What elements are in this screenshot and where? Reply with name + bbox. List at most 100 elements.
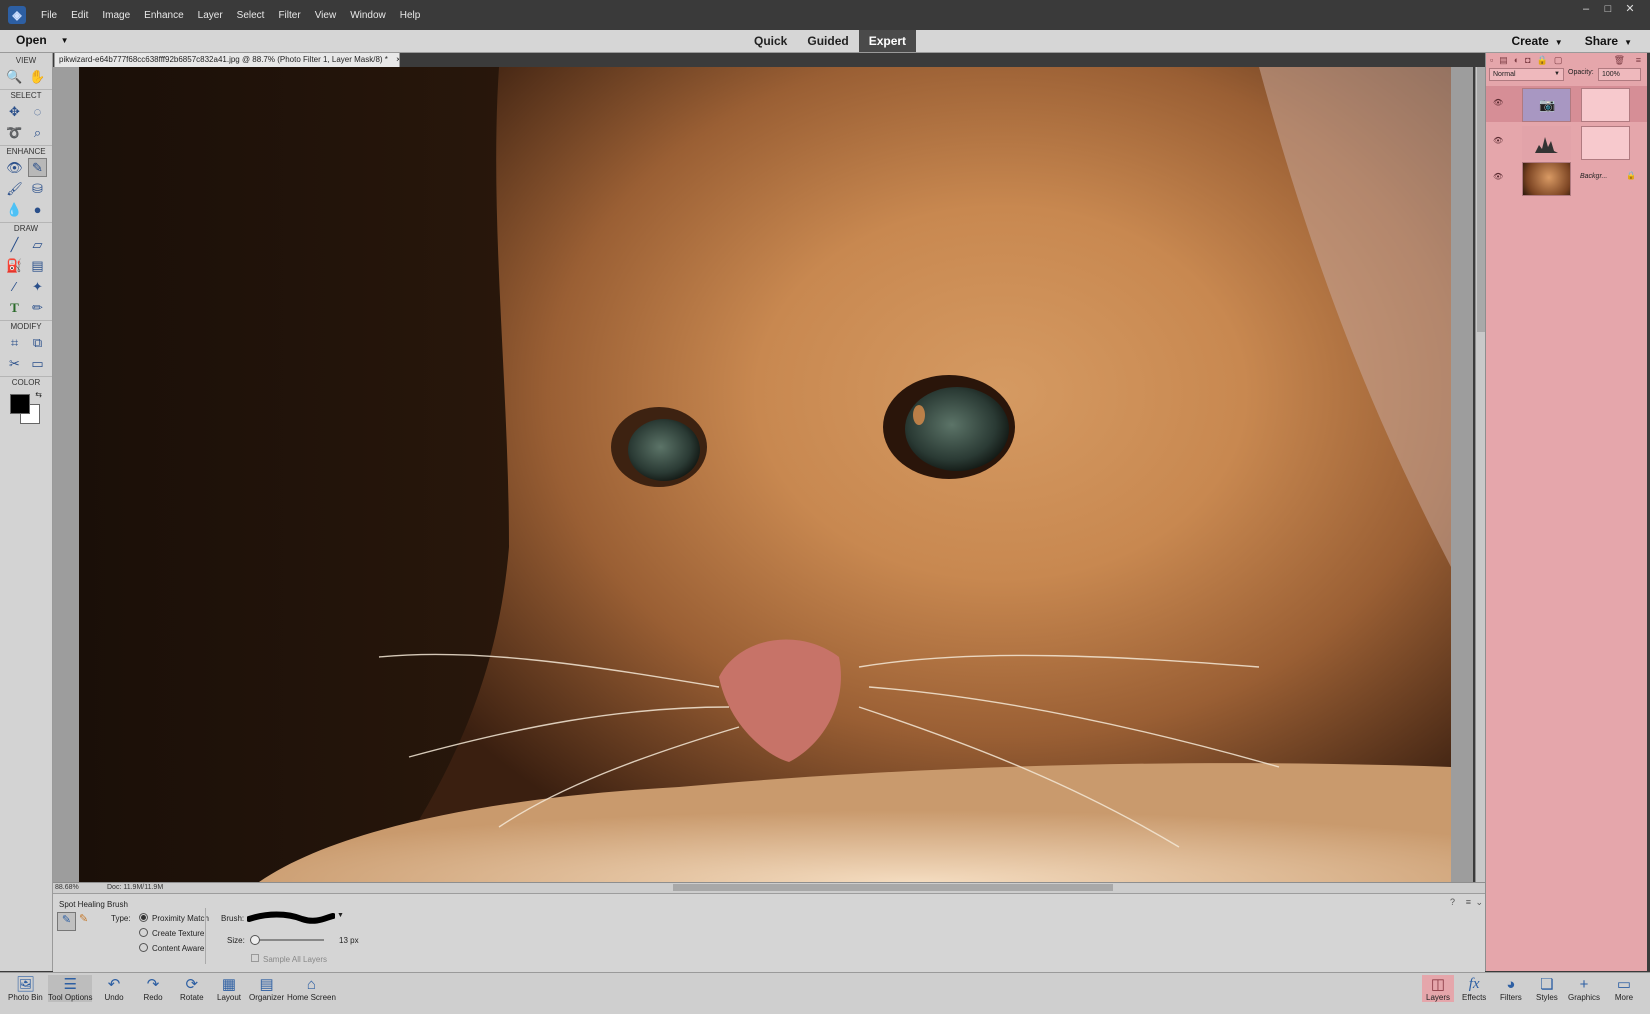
pencil-tool-icon[interactable]: ✏ — [28, 298, 47, 317]
type-option-content-aware[interactable]: Content Aware — [139, 943, 204, 953]
smart-brush-tool-icon[interactable]: 🖌 — [5, 179, 24, 198]
hand-tool-icon[interactable]: ✋ — [28, 67, 47, 86]
sample-all-layers-option[interactable]: Sample All Layers — [251, 954, 327, 964]
new-group-icon[interactable]: ▤ — [1499, 55, 1508, 66]
clone-stamp-tool-icon[interactable]: ⛁ — [28, 179, 47, 198]
vertical-scroll-thumb[interactable] — [1477, 67, 1485, 332]
blur-tool-icon[interactable]: 💧 — [5, 200, 24, 219]
paint-bucket-tool-icon[interactable]: ⛽ — [5, 256, 24, 275]
filters-button[interactable]: ◕ Filters — [1500, 975, 1522, 1003]
panel-menu-icon[interactable]: ≡ — [1466, 897, 1471, 907]
opacity-field[interactable]: 100% — [1598, 68, 1641, 81]
menu-edit[interactable]: Edit — [64, 10, 95, 21]
menu-filter[interactable]: Filter — [271, 10, 307, 21]
crop-tool-icon[interactable]: ⌗ — [5, 333, 24, 352]
home-screen-button[interactable]: ⌂ Home Screen — [287, 975, 336, 1003]
brush-preview-icon[interactable] — [247, 911, 335, 925]
adjustment-layer-icon[interactable]: ◐ — [1514, 55, 1519, 66]
photo-bin-button[interactable]: 🖼 Photo Bin — [8, 975, 43, 1002]
lasso-tool-icon[interactable]: ➰ — [5, 123, 24, 142]
graphics-button[interactable]: + Graphics — [1568, 975, 1600, 1003]
radio-texture-icon[interactable] — [139, 928, 148, 938]
minimize-button[interactable]: – — [1578, 3, 1594, 15]
close-document-icon[interactable]: × — [396, 55, 399, 64]
sample-all-layers-checkbox[interactable] — [251, 954, 259, 962]
recompose-tool-icon[interactable]: ⧉ — [28, 333, 47, 352]
tool-options-button[interactable]: ☰ Tool Options — [48, 975, 93, 1002]
spot-healing-brush-icon[interactable]: ✎ — [57, 912, 76, 931]
redo-button[interactable]: ↷ Redo — [143, 975, 163, 1002]
maximize-button[interactable]: □ — [1600, 3, 1616, 15]
type-option-proximity[interactable]: Proximity Match — [139, 913, 209, 923]
new-layer-icon[interactable]: ▫ — [1490, 55, 1493, 66]
brush-tool-icon[interactable]: ╱ — [5, 235, 24, 254]
open-dropdown-icon[interactable]: ▼ — [61, 36, 69, 45]
swap-colors-icon[interactable]: ⇆ — [35, 390, 42, 399]
zoom-tool-icon[interactable]: 🔍 — [5, 67, 24, 86]
layer-row-levels[interactable]: 👁 — [1486, 124, 1647, 160]
radio-proximity-icon[interactable] — [139, 913, 148, 923]
canvas-image[interactable] — [79, 67, 1451, 882]
layout-button[interactable]: ▦ Layout — [217, 975, 241, 1002]
red-eye-tool-icon[interactable]: 👁 — [5, 158, 24, 177]
styles-button[interactable]: ❏ Styles — [1536, 975, 1558, 1002]
healing-brush-icon[interactable]: ✎ — [79, 912, 88, 925]
straighten-tool-icon[interactable]: ▭ — [28, 354, 47, 373]
add-mask-icon[interactable]: ◘ — [1525, 55, 1530, 66]
create-button[interactable]: Create ▼ — [1511, 30, 1562, 54]
effects-button[interactable]: fx Effects — [1462, 975, 1486, 1003]
tab-expert[interactable]: Expert — [858, 30, 917, 52]
close-window-button[interactable]: ✕ — [1622, 3, 1638, 15]
menu-view[interactable]: View — [308, 10, 344, 21]
layer-mask-thumbnail[interactable] — [1581, 88, 1630, 122]
brush-dropdown-icon[interactable]: ▼ — [337, 912, 344, 919]
menu-file[interactable]: File — [34, 10, 64, 21]
tab-guided[interactable]: Guided — [797, 30, 858, 52]
move-tool-icon[interactable]: ✥ — [5, 102, 24, 121]
quick-selection-tool-icon[interactable]: ⌕ — [28, 123, 47, 142]
visibility-eye-icon[interactable]: 👁 — [1493, 98, 1503, 107]
eraser-tool-icon[interactable]: ▱ — [28, 235, 47, 254]
size-slider-track[interactable] — [250, 939, 324, 941]
marquee-tool-icon[interactable]: ◌ — [28, 102, 47, 121]
collapse-icon[interactable]: ⌄ — [1475, 897, 1483, 908]
organizer-button[interactable]: ▤ Organizer — [249, 975, 284, 1002]
sponge-tool-icon[interactable]: ● — [28, 200, 47, 219]
layer-row-background[interactable]: 👁 Backgr... 🔒 — [1486, 160, 1647, 196]
layer-mask-thumbnail[interactable] — [1581, 126, 1630, 160]
lock-icon[interactable]: 🔒 — [1537, 55, 1548, 66]
layers-button[interactable]: ◫ Layers — [1422, 975, 1455, 1002]
radio-content-aware-icon[interactable] — [139, 943, 148, 953]
menu-layer[interactable]: Layer — [191, 10, 230, 21]
help-icon[interactable]: ? — [1450, 897, 1455, 907]
lock-all-icon[interactable]: ▢ — [1554, 55, 1563, 66]
content-aware-move-tool-icon[interactable]: ✂ — [5, 354, 24, 373]
type-tool-icon[interactable]: T — [5, 298, 24, 317]
type-option-texture[interactable]: Create Texture — [139, 928, 204, 938]
eyedropper-tool-icon[interactable]: ⁄ — [5, 277, 24, 296]
menu-help[interactable]: Help — [393, 10, 428, 21]
layers-menu-icon[interactable]: ≡ — [1636, 55, 1641, 65]
share-button[interactable]: Share ▼ — [1585, 30, 1632, 54]
visibility-eye-icon[interactable]: 👁 — [1493, 136, 1503, 145]
menu-window[interactable]: Window — [343, 10, 393, 21]
document-tab[interactable]: pikwizard-e64b777f68cc638fff92b6857c832a… — [54, 52, 400, 68]
size-slider-knob[interactable] — [249, 935, 260, 945]
more-button[interactable]: ▭ More — [1614, 975, 1634, 1002]
delete-layer-icon[interactable]: 🗑 — [1614, 55, 1625, 66]
rotate-button[interactable]: ⟳ Rotate — [180, 975, 204, 1002]
layer-row-photo-filter[interactable]: 👁 📷 — [1486, 86, 1647, 122]
blend-mode-select[interactable]: Normal ▼ — [1489, 68, 1564, 81]
color-swatches[interactable]: ⇆ — [6, 390, 46, 424]
menu-select[interactable]: Select — [230, 10, 272, 21]
spot-healing-tool-icon[interactable]: ✎ — [28, 158, 47, 177]
undo-button[interactable]: ↶ Undo — [104, 975, 124, 1002]
open-button[interactable]: Open ▼ — [16, 33, 69, 47]
tab-quick[interactable]: Quick — [744, 30, 797, 52]
gradient-tool-icon[interactable]: ▤ — [28, 256, 47, 275]
zoom-readout[interactable]: 88.68% — [55, 883, 79, 893]
foreground-color-swatch[interactable] — [10, 394, 30, 414]
menu-enhance[interactable]: Enhance — [137, 10, 190, 21]
custom-shape-tool-icon[interactable]: ✦ — [28, 277, 47, 296]
menu-image[interactable]: Image — [95, 10, 137, 21]
